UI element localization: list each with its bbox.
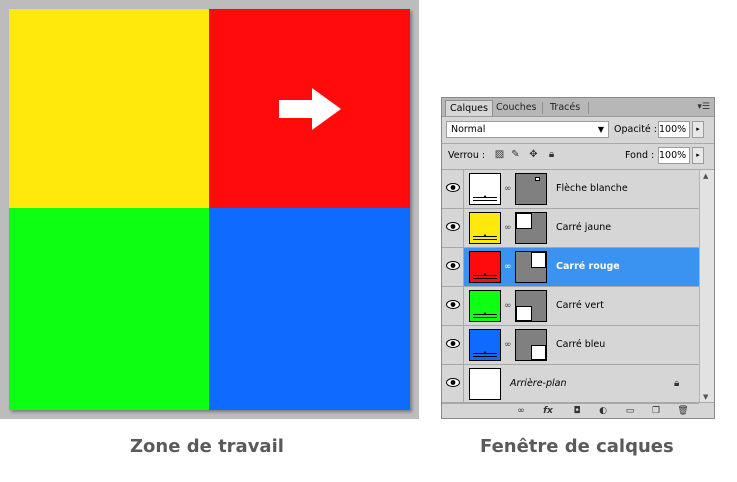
layer-row[interactable]: ∞ Carré bleu — [442, 326, 699, 365]
scroll-up-icon[interactable]: ▲ — [703, 172, 708, 180]
layers-list: ∞ Flèche blanche ∞ Carré jaune ∞ Carré r… — [442, 170, 714, 404]
vector-mask-thumbnail[interactable] — [515, 329, 547, 361]
eye-icon — [446, 261, 460, 270]
visibility-toggle[interactable] — [442, 326, 464, 364]
layer-name: Carré vert — [556, 300, 604, 311]
eye-icon — [446, 378, 460, 387]
lock-label: Verrou : — [448, 150, 486, 161]
lock-icon: 🔒︎ — [674, 378, 680, 389]
lock-row: Verrou : ▨ ✎ ✥ 🔒︎ Fond : 100% ▸ — [442, 144, 714, 168]
chain-link-icon[interactable]: ∞ — [504, 262, 512, 273]
lock-pixels-brush-icon[interactable]: ✎ — [510, 149, 521, 160]
white-arrow — [279, 88, 341, 130]
layer-row[interactable]: ∞ Carré vert — [442, 287, 699, 326]
eye-icon — [446, 339, 460, 348]
opacity-slider-button[interactable]: ▸ — [692, 121, 704, 138]
chain-link-icon[interactable]: ∞ — [504, 301, 512, 312]
layer-thumbnail — [469, 251, 501, 283]
visibility-toggle[interactable] — [442, 248, 464, 286]
opacity-field[interactable]: 100% — [658, 121, 690, 138]
chevron-down-icon: ▼ — [597, 125, 604, 134]
chain-link-icon[interactable]: ∞ — [504, 340, 512, 351]
blend-mode-value: Normal — [451, 124, 486, 135]
blue-square — [209, 208, 410, 410]
fill-label: Fond : — [625, 150, 655, 161]
layers-panel: Calques Couches Tracés ▾☰ Normal ▼ Opaci… — [441, 97, 715, 419]
adjustment-layer-icon[interactable]: ◐ — [596, 405, 610, 417]
eye-icon — [446, 300, 460, 309]
tab-separator — [588, 102, 589, 114]
new-layer-icon[interactable]: ❐ — [649, 405, 663, 417]
visibility-toggle[interactable] — [442, 170, 464, 208]
chain-link-icon[interactable]: ∞ — [504, 184, 512, 195]
layer-name: Arrière-plan — [510, 378, 567, 389]
chain-link-icon[interactable]: ∞ — [504, 223, 512, 234]
layer-thumbnail — [469, 368, 501, 400]
work-area — [0, 0, 419, 419]
layer-row[interactable]: ∞ Flèche blanche — [442, 170, 699, 209]
vector-mask-thumbnail[interactable] — [515, 290, 547, 322]
canvas[interactable] — [9, 9, 410, 410]
tab-channels[interactable]: Couches — [492, 100, 541, 116]
layer-name: Carré jaune — [556, 222, 612, 233]
visibility-toggle[interactable] — [442, 365, 464, 403]
panel-footer: ∞ fx ◘ ◐ ▭ ❐ 🗑︎ — [442, 402, 714, 419]
layer-name: Flèche blanche — [556, 183, 628, 194]
tab-separator — [542, 102, 543, 114]
scroll-down-icon[interactable]: ▼ — [703, 393, 708, 401]
add-mask-icon[interactable]: ◘ — [570, 405, 584, 417]
tab-layers[interactable]: Calques — [445, 100, 493, 116]
eye-icon — [446, 183, 460, 192]
layer-name: Carré bleu — [556, 339, 606, 350]
vector-mask-thumbnail[interactable] — [515, 173, 547, 205]
blend-row: Normal ▼ Opacité : 100% ▸ — [442, 118, 714, 142]
layer-thumbnail — [469, 212, 501, 244]
visibility-toggle[interactable] — [442, 209, 464, 247]
opacity-label: Opacité : — [614, 124, 657, 135]
layer-row-background[interactable]: Arrière-plan 🔒︎ — [442, 365, 699, 404]
fill-field[interactable]: 100% — [658, 147, 690, 164]
vector-mask-thumbnail[interactable] — [515, 251, 547, 283]
trash-icon[interactable]: 🗑︎ — [676, 405, 690, 417]
panel-tabs: Calques Couches Tracés ▾☰ — [442, 98, 714, 117]
link-layers-icon[interactable]: ∞ — [514, 405, 528, 417]
layers-scrollbar[interactable]: ▲ ▼ — [699, 170, 714, 403]
work-area-caption: Zone de travail — [130, 436, 284, 457]
lock-transparency-icon[interactable]: ▨ — [494, 149, 505, 160]
fill-slider-button[interactable]: ▸ — [692, 147, 704, 164]
layer-row[interactable]: ∞ Carré jaune — [442, 209, 699, 248]
blend-mode-select[interactable]: Normal ▼ — [446, 121, 609, 138]
vector-mask-thumbnail[interactable] — [515, 212, 547, 244]
layers-panel-caption: Fenêtre de calques — [480, 436, 674, 457]
fx-icon[interactable]: fx — [541, 405, 555, 417]
layer-thumbnail — [469, 329, 501, 361]
layer-thumbnail — [469, 290, 501, 322]
lock-all-icon[interactable]: 🔒︎ — [546, 149, 557, 160]
yellow-square — [9, 9, 209, 208]
new-group-folder-icon[interactable]: ▭ — [623, 405, 637, 417]
visibility-toggle[interactable] — [442, 287, 464, 325]
layer-row-selected[interactable]: ∞ Carré rouge — [442, 248, 699, 287]
green-square — [9, 208, 209, 410]
lock-position-move-icon[interactable]: ✥ — [528, 149, 539, 160]
layer-thumbnail — [469, 173, 501, 205]
tab-paths[interactable]: Tracés — [546, 100, 584, 116]
panel-menu-icon[interactable]: ▾☰ — [697, 102, 710, 112]
eye-icon — [446, 222, 460, 231]
layer-name: Carré rouge — [556, 261, 620, 272]
